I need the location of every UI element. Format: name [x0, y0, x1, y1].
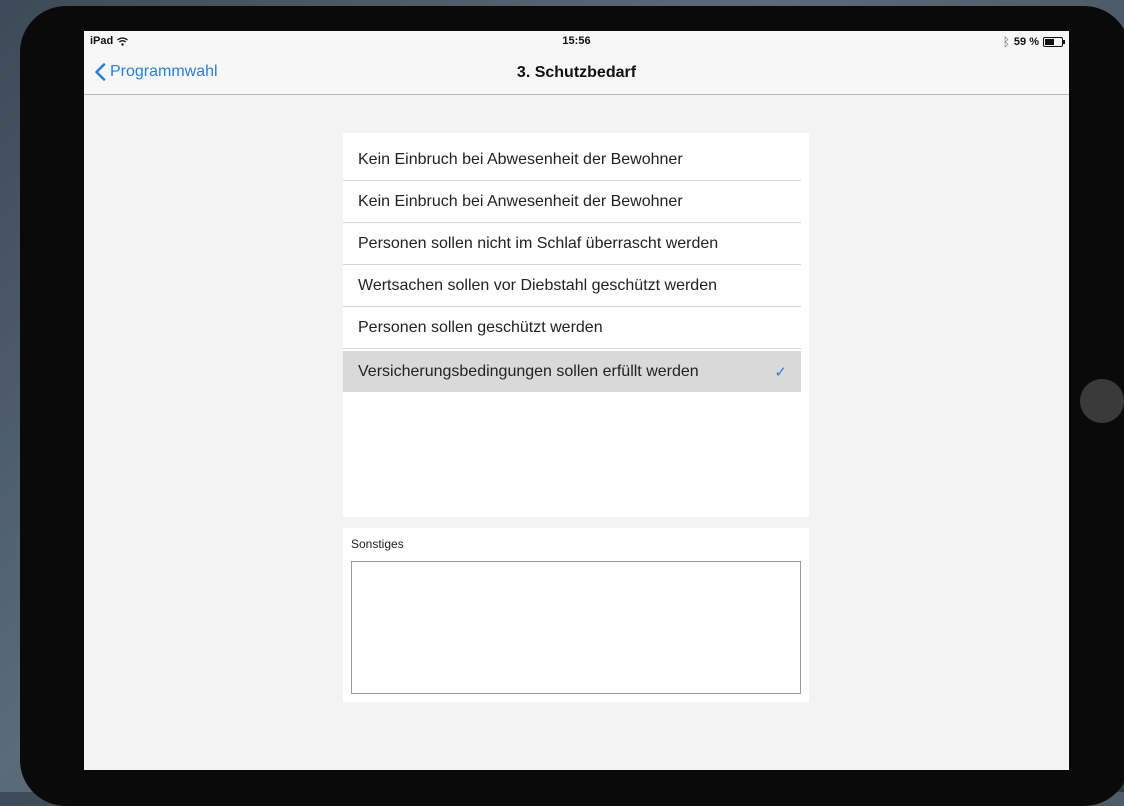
option-row-absence-burglary[interactable]: Kein Einbruch bei Abwesenheit der Bewohn…: [343, 140, 801, 181]
option-label: Personen sollen geschützt werden: [358, 319, 603, 336]
option-label: Personen sollen nicht im Schlaf überrasc…: [358, 235, 719, 252]
option-label: Kein Einbruch bei Abwesenheit der Bewohn…: [358, 151, 683, 168]
bluetooth-icon: ᛒ: [1002, 35, 1010, 49]
home-button[interactable]: [1080, 379, 1124, 423]
navigation-bar: Programmwahl 3. Schutzbedarf: [84, 53, 1069, 95]
notes-label: Sonstiges: [351, 537, 404, 551]
status-bar: iPad 15:56 ᛒ 59 %: [84, 31, 1069, 53]
battery-percent: 59 %: [1013, 36, 1039, 48]
option-row-persons-protection[interactable]: Personen sollen geschützt werden: [343, 308, 801, 349]
option-row-sleep-surprise[interactable]: Personen sollen nicht im Schlaf überrasc…: [343, 224, 801, 265]
notes-section: Sonstiges: [343, 528, 809, 702]
option-label: Kein Einbruch bei Anwesenheit der Bewohn…: [358, 193, 683, 210]
battery-level: [1045, 39, 1055, 45]
option-row-presence-burglary[interactable]: Kein Einbruch bei Anwesenheit der Bewohn…: [343, 182, 801, 223]
page-title: 3. Schutzbedarf: [516, 64, 637, 81]
option-row-insurance-conditions[interactable]: Versicherungsbedingungen sollen erfüllt …: [343, 351, 801, 392]
notes-textarea[interactable]: [351, 561, 801, 694]
screen: iPad 15:56 ᛒ 59 % Programmwahl 3. Schutz…: [84, 31, 1069, 770]
checkmark-icon: ✓: [774, 363, 787, 381]
option-label: Wertsachen sollen vor Diebstahl geschütz…: [358, 277, 717, 294]
option-label: Versicherungsbedingungen sollen erfüllt …: [358, 362, 699, 380]
option-row-valuables-theft[interactable]: Wertsachen sollen vor Diebstahl geschütz…: [343, 266, 801, 307]
status-time: 15:56: [562, 35, 591, 47]
battery-icon: [1043, 37, 1065, 47]
protection-options-list: Kein Einbruch bei Abwesenheit der Bewohn…: [343, 133, 809, 517]
